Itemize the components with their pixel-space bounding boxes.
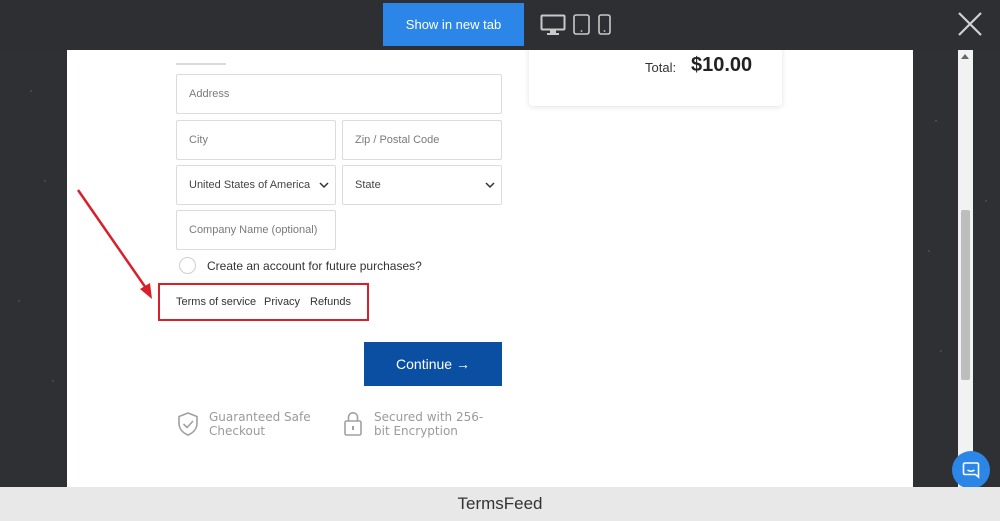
chat-button[interactable]: [952, 451, 990, 489]
checkout-page-frame: Address City Zip / Postal Code United St…: [67, 50, 913, 487]
zip-field[interactable]: Zip / Postal Code: [342, 120, 502, 160]
company-field[interactable]: Company Name (optional): [176, 210, 336, 250]
backdrop-speck: [44, 180, 46, 182]
country-select[interactable]: United States of America: [176, 165, 336, 205]
close-icon[interactable]: [956, 10, 984, 38]
backdrop-speck: [935, 120, 937, 122]
mobile-icon[interactable]: [598, 14, 611, 35]
show-in-new-tab-button[interactable]: Show in new tab: [383, 3, 524, 46]
privacy-link[interactable]: Privacy: [264, 296, 300, 308]
state-select[interactable]: State: [342, 165, 502, 205]
heading-underline: [176, 63, 226, 65]
terms-of-service-link[interactable]: Terms of service: [176, 296, 256, 308]
tablet-icon[interactable]: [573, 14, 590, 35]
scrollbar-thumb[interactable]: [961, 210, 970, 380]
backdrop-speck: [940, 350, 942, 352]
preview-toolbar: Show in new tab: [0, 0, 1000, 50]
annotation-arrow-icon: [76, 189, 152, 299]
lock-icon: [343, 411, 363, 442]
safe-checkout-line-2: Checkout: [209, 424, 266, 438]
chevron-down-icon: [319, 182, 329, 189]
encryption-line-1: Secured with 256-: [374, 410, 484, 424]
backdrop-speck: [30, 90, 32, 92]
encryption-badge-text: Secured with 256- bit Encryption: [374, 410, 483, 438]
continue-button[interactable]: Continue →: [364, 342, 502, 386]
scroll-up-arrow-icon[interactable]: [961, 54, 969, 59]
create-account-radio[interactable]: [179, 257, 196, 274]
state-selected-value: State: [355, 179, 381, 191]
backdrop-speck: [985, 200, 987, 202]
refunds-link[interactable]: Refunds: [310, 296, 351, 308]
safe-checkout-line-1: Guaranteed Safe: [209, 410, 311, 424]
order-summary-card: Total: $10.00: [529, 50, 782, 106]
create-account-label: Create an account for future purchases?: [207, 259, 422, 273]
backdrop-speck: [52, 380, 54, 382]
chevron-down-icon: [485, 182, 495, 189]
address-field[interactable]: Address: [176, 74, 502, 114]
chat-bubble-icon: [962, 462, 980, 479]
country-selected-value: United States of America: [189, 179, 311, 191]
total-value: $10.00: [691, 54, 753, 76]
safe-checkout-badge-text: Guaranteed Safe Checkout: [209, 410, 311, 438]
backdrop-speck: [928, 250, 930, 252]
total-label: Total:: [645, 60, 677, 75]
city-field[interactable]: City: [176, 120, 336, 160]
encryption-line-2: bit Encryption: [374, 424, 458, 438]
desktop-icon[interactable]: [540, 14, 566, 36]
backdrop-speck: [18, 300, 20, 302]
footer-brand: TermsFeed: [0, 487, 1000, 521]
page-scrollbar[interactable]: [958, 50, 973, 487]
shield-check-icon: [177, 412, 199, 441]
